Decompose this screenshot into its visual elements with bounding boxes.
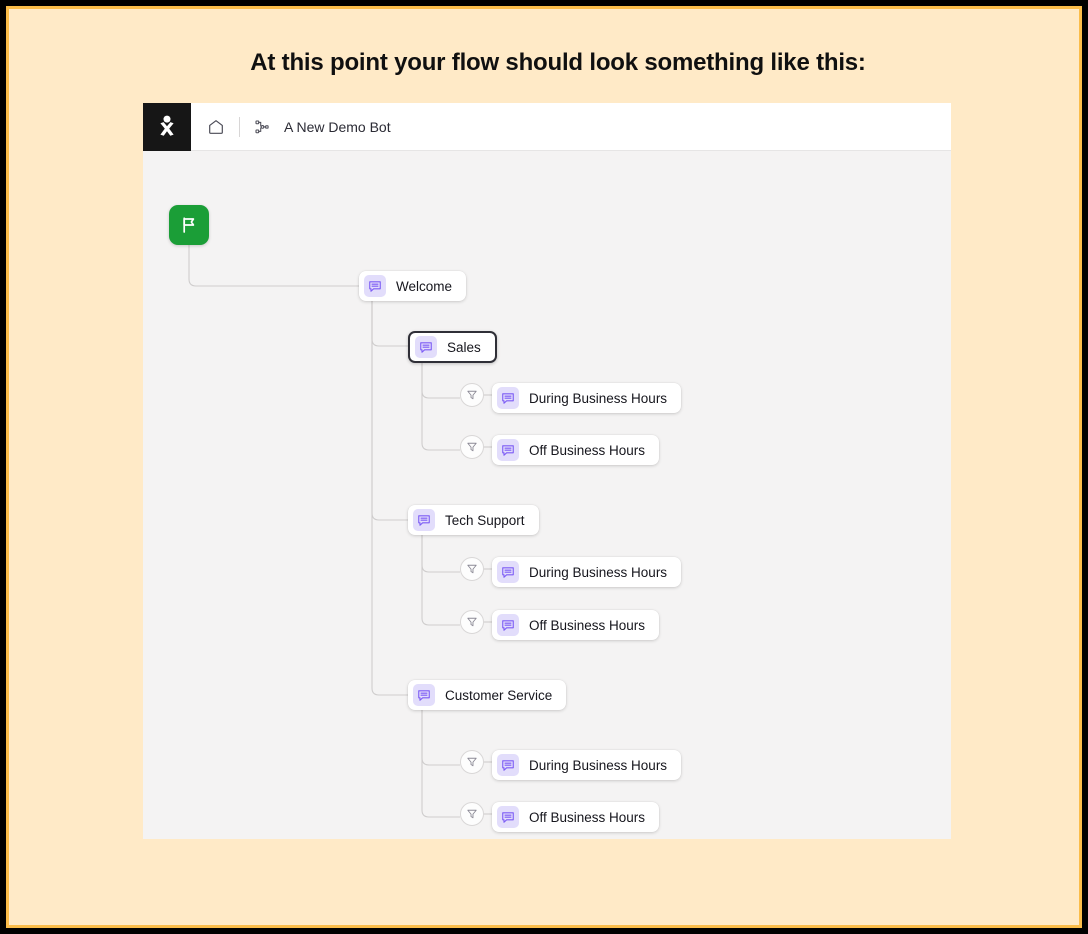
breadcrumb-divider bbox=[239, 116, 240, 137]
flow-canvas[interactable]: Welcome Sales During Business Hours Off Bus… bbox=[143, 151, 951, 839]
flow-node-label: Customer Service bbox=[445, 687, 553, 703]
page-root: At this point your flow should look some… bbox=[6, 6, 1082, 928]
flow-node[interactable]: During Business Hours bbox=[492, 750, 682, 780]
message-icon bbox=[497, 806, 519, 828]
filter-icon[interactable] bbox=[460, 435, 484, 459]
flow-tree-icon[interactable] bbox=[254, 119, 270, 135]
flow-node-label: Off Business Hours bbox=[529, 442, 646, 458]
page-title: At this point your flow should look some… bbox=[250, 49, 866, 76]
filter-icon[interactable] bbox=[460, 557, 484, 581]
app-topbar: A New Demo Bot bbox=[143, 102, 951, 151]
filter-icon[interactable] bbox=[460, 383, 484, 407]
home-icon[interactable] bbox=[207, 118, 225, 136]
flow-node-label: Sales bbox=[447, 339, 481, 355]
flow-node-label: Tech Support bbox=[445, 512, 525, 528]
flow-node[interactable]: During Business Hours bbox=[492, 383, 682, 413]
message-icon bbox=[497, 439, 519, 461]
flow-node[interactable]: During Business Hours bbox=[492, 557, 682, 587]
app-window: A New Demo Bot Welcome Sales During Busi… bbox=[143, 102, 951, 839]
flow-node[interactable]: Off Business Hours bbox=[492, 610, 660, 640]
xenioo-logo-icon[interactable] bbox=[143, 102, 191, 151]
message-icon bbox=[364, 275, 386, 297]
flow-node[interactable]: Off Business Hours bbox=[492, 802, 660, 832]
flow-node-label: Off Business Hours bbox=[529, 617, 646, 633]
flow-node[interactable]: Tech Support bbox=[408, 505, 539, 535]
flow-node-label: Welcome bbox=[396, 278, 453, 294]
message-icon bbox=[497, 387, 519, 409]
flow-node[interactable]: Off Business Hours bbox=[492, 435, 660, 465]
breadcrumb: A New Demo Bot bbox=[191, 116, 391, 137]
message-icon bbox=[497, 561, 519, 583]
breadcrumb-title[interactable]: A New Demo Bot bbox=[284, 119, 391, 135]
message-icon bbox=[497, 614, 519, 636]
message-icon bbox=[497, 754, 519, 776]
flow-node[interactable]: Customer Service bbox=[408, 680, 567, 710]
start-node[interactable] bbox=[169, 205, 209, 245]
flow-node[interactable]: Sales bbox=[408, 331, 497, 363]
flow-node-label: During Business Hours bbox=[529, 757, 668, 773]
flow-node-label: Off Business Hours bbox=[529, 809, 646, 825]
flow-node[interactable]: Welcome bbox=[359, 271, 467, 301]
flow-node-label: During Business Hours bbox=[529, 564, 668, 580]
filter-icon[interactable] bbox=[460, 610, 484, 634]
message-icon bbox=[413, 509, 435, 531]
message-icon bbox=[415, 336, 437, 358]
filter-icon[interactable] bbox=[460, 750, 484, 774]
filter-icon[interactable] bbox=[460, 802, 484, 826]
flow-connector-lines bbox=[188, 245, 494, 818]
message-icon bbox=[413, 684, 435, 706]
flag-icon bbox=[183, 217, 195, 233]
flow-node-label: During Business Hours bbox=[529, 390, 668, 406]
